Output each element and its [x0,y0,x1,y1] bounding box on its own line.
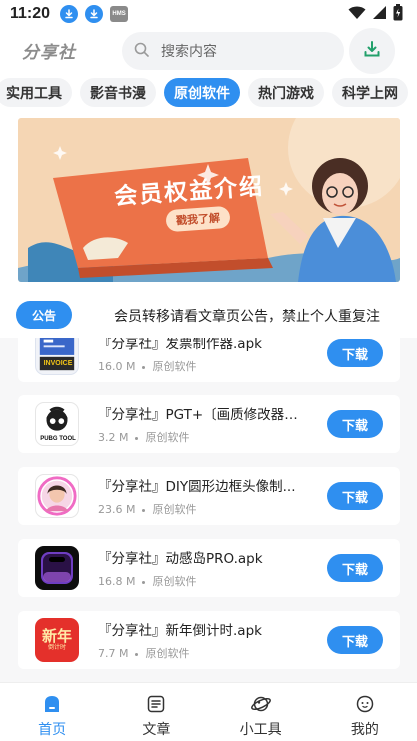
search-bar[interactable]: 搜索内容 [122,32,344,70]
app-title: 『分享社』PGT+〔画质修改器〕... [98,407,310,423]
app-title: 『分享社』DIY圆形边框头像制... [98,479,296,495]
pgt-app-icon: PUBG TOOL [35,402,79,446]
app-category: 原创软件 [145,647,190,660]
download-icon [363,40,381,62]
announcement-badge: 公告 [16,301,72,329]
avatar-frame-app-icon [35,474,79,518]
app-header: 分享社 搜索内容 [0,28,417,74]
status-time: 11:20 [10,5,51,22]
new-year-countdown-app-icon: 新年 倒计时 [35,618,79,662]
article-icon [145,693,167,715]
app-category: 原创软件 [152,503,197,516]
announcement-bar[interactable]: 公告 会员转移请看文章页公告，禁止个人重复注 [0,296,417,334]
hms-icon: HMS [110,6,129,22]
tab-popular-games[interactable]: 热门游戏 [248,78,324,107]
pgt-app-label: PUBG TOOL [40,436,76,442]
tab-media-books[interactable]: 影音书漫 [80,78,156,107]
status-bar: 11:20 HMS [0,0,417,28]
list-item[interactable]: PUBG TOOL 『分享社』PGT+〔画质修改器〕... 3.2 M 原创软件 … [18,395,400,453]
app-size: 7.7 M [98,647,129,660]
app-category: 原创软件 [145,431,190,444]
tab-practical-tools[interactable]: 实用工具 [0,78,72,107]
tools-icon [250,693,272,715]
invoice-app-label: INVOICE [43,360,73,367]
new-year-icon-label: 新年 [41,627,72,645]
invoice-app-icon: INVOICE [35,338,79,375]
profile-icon [354,693,376,715]
nav-label: 我的 [350,722,379,738]
app-size: 16.0 M [98,360,136,373]
download-button[interactable]: 下载 [327,410,383,438]
tab-vpn[interactable]: 科学上网 [332,78,408,107]
app-size: 3.2 M [98,431,129,444]
download-button[interactable]: 下载 [327,339,383,367]
list-item[interactable]: 新年 倒计时 『分享社』新年倒计时.apk 7.7 M 原创软件 下载 [18,611,400,669]
dynamic-island-app-icon [35,546,79,590]
tab-original-software[interactable]: 原创软件 [164,78,240,107]
download-manager-button[interactable] [349,28,395,74]
app-category: 原创软件 [152,575,197,588]
app-title: 『分享社』发票制作器.apk [98,338,262,352]
app-logo: 分享社 [22,43,76,63]
app-category: 原创软件 [152,360,197,373]
new-year-icon-sublabel: 倒计时 [47,644,66,651]
nav-profile[interactable]: 我的 [313,683,417,741]
announcement-text: 会员转移请看文章页公告，禁止个人重复注 [114,309,380,325]
signal-icon [372,5,387,24]
app-meta: 23.6 M 原创软件 [98,501,196,517]
list-item[interactable]: 『分享社』动感岛PRO.apk 16.8 M 原创软件 下载 [18,539,400,597]
download-button[interactable]: 下载 [327,482,383,510]
bottom-navigation: 首页 文章 小工具 我的 [0,682,417,741]
app-meta: 3.2 M 原创软件 [98,429,189,445]
app-title: 『分享社』新年倒计时.apk [98,623,262,639]
app-size: 16.8 M [98,575,136,588]
download-button[interactable]: 下载 [327,626,383,654]
wifi-icon [348,5,366,24]
nav-home[interactable]: 首页 [0,683,104,741]
app-meta: 7.7 M 原创软件 [98,645,189,661]
download-button[interactable]: 下载 [327,554,383,582]
app-title: 『分享社』动感岛PRO.apk [98,551,263,567]
download-notification-icon [85,5,104,23]
list-item[interactable]: 『分享社』DIY圆形边框头像制... 23.6 M 原创软件 下载 [18,467,400,525]
banner-cta[interactable]: 戳我了解 [165,205,231,233]
nav-tools[interactable]: 小工具 [209,683,313,741]
nav-label: 文章 [142,722,171,738]
search-placeholder: 搜索内容 [161,44,217,60]
home-icon [41,693,63,715]
nav-label: 小工具 [239,722,282,738]
app-meta: 16.0 M 原创软件 [98,358,196,374]
search-icon [134,42,149,61]
app-list[interactable]: INVOICE 『分享社』发票制作器.apk 16.0 M 原创软件 下载 PUB… [0,338,417,682]
nav-articles[interactable]: 文章 [104,683,208,741]
category-tabs: 实用工具 影音书漫 原创软件 热门游戏 科学上网 [0,78,408,108]
battery-icon [393,3,403,25]
nav-label: 首页 [38,722,67,738]
download-notification-icon [60,5,79,23]
app-meta: 16.8 M 原创软件 [98,573,196,589]
list-item[interactable]: INVOICE 『分享社』发票制作器.apk 16.0 M 原创软件 下载 [18,338,400,382]
app-size: 23.6 M [98,503,136,516]
promo-banner[interactable]: 会员权益介绍 戳我了解 [18,118,400,282]
